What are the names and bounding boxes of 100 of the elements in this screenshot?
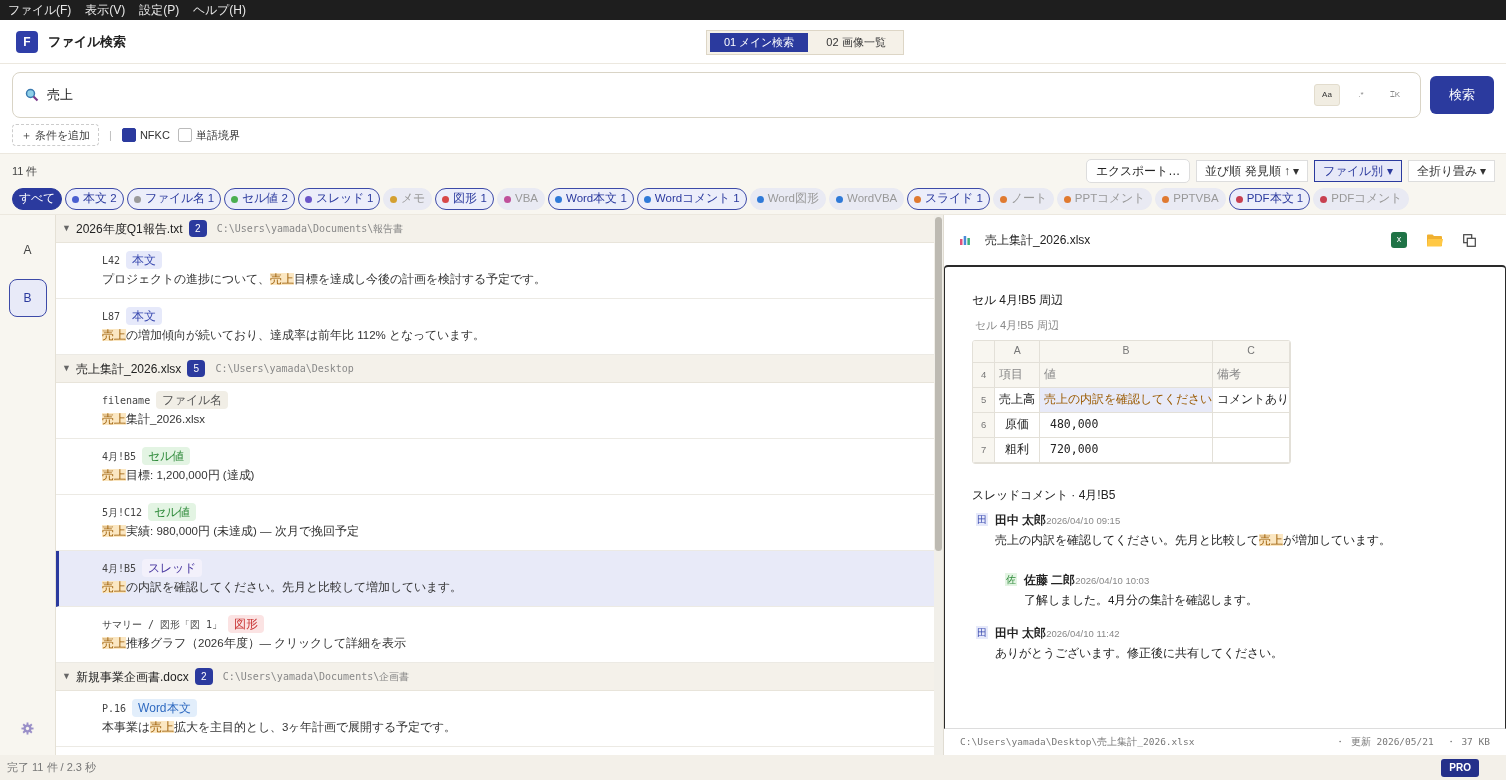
comment-time: 2026/04/10 10:03 (1075, 574, 1150, 588)
comment-text: 売上の内訳を確認してください。先月と比較して売上が増加しています。 (995, 533, 1391, 549)
sheet-cell: コメントあり (1212, 387, 1290, 413)
settings-icon[interactable] (21, 722, 34, 735)
hit-location: filename (102, 393, 151, 408)
view-tab[interactable]: 01 メイン検索 (710, 33, 809, 52)
file-path: C:\Users\yamada\Documents\報告書 (216, 222, 404, 236)
menu-item[interactable]: 表示(V) (85, 1, 126, 19)
hit-type-tag: 本文 (126, 251, 163, 269)
checkbox-option[interactable]: NFKC (121, 126, 170, 144)
scrollbar-thumb[interactable] (935, 217, 942, 551)
sheet-cell: 粗利 (994, 437, 1040, 463)
spreadsheet-icon (959, 234, 971, 246)
search-option-toggle[interactable]: ⌶K (1382, 84, 1408, 106)
file-group-header[interactable]: ▼ 2026年度Q1報告.txt 2 C:\Users\yamada\Documents\報告書 (56, 215, 934, 243)
app-logo: F (16, 30, 38, 53)
author-avatar: 田 (976, 626, 988, 639)
folder-icon[interactable] (1427, 233, 1443, 247)
file-name: 新規事業企画書.docx (76, 668, 189, 686)
dropdown-button[interactable]: ファイル別 ▾ (1314, 160, 1402, 182)
preview-heading: セル 4月!B5 周辺 (972, 292, 1065, 309)
menu-item[interactable]: ファイル(F) (8, 1, 72, 19)
export-button[interactable]: エクスポート… (1086, 159, 1191, 183)
file-name: 売上集計_2026.xlsx (76, 360, 182, 378)
add-condition-button[interactable]: ＋ 条件を追加 (12, 124, 100, 146)
hit-location: 4月!B5 (102, 561, 137, 576)
hit-snippet: 売上実績: 980,000円 (未達成) — 次月で挽回予定 (102, 524, 359, 539)
menu-item[interactable]: ヘルプ(H) (193, 1, 246, 19)
filter-chip[interactable]: 図形 1 (435, 188, 494, 210)
caret-icon[interactable]: ▼ (62, 361, 74, 376)
preview-caption: セル 4月!B5 周辺 (975, 318, 1060, 333)
comment-time: 2026/04/10 09:15 (1046, 515, 1121, 528)
filter-chip[interactable]: ファイル名 1 (126, 188, 222, 210)
hit-type-tag: 図形 (228, 615, 265, 633)
hit-location: 5月!C12 (102, 505, 143, 520)
file-path: C:\Users\yamada\Documents\企画書 (222, 670, 410, 684)
hit-location: サマリー / 図形「図 1」 (102, 617, 223, 632)
search-option-toggle[interactable]: .* (1348, 84, 1374, 106)
checkbox[interactable] (121, 128, 136, 142)
row-number: 5 (973, 387, 995, 413)
filter-chip[interactable]: スライド 1 (907, 188, 990, 210)
result-row[interactable]: 4月!B5 スレッド 売上の内訳を確認してください。先月と比較して増加しています。 (56, 551, 934, 607)
rail-button[interactable]: A (8, 231, 47, 269)
hit-snippet: 売上推移グラフ（2026年度）— クリックして詳細を表示 (102, 636, 407, 651)
hit-count-badge: 2 (188, 220, 207, 237)
excel-button[interactable]: x (1391, 232, 1407, 248)
caret-icon[interactable]: ▼ (62, 221, 74, 236)
sheet-cell: 値 (1039, 362, 1213, 388)
hit-location: 4月!B5 (102, 449, 137, 464)
hit-snippet: 売上の増加傾向が続いており、達成率は前年比 112% となっています。 (102, 328, 485, 344)
comment-author: 田中 太郎 (995, 625, 1047, 641)
view-tab[interactable]: 02 画像一覧 (812, 33, 900, 52)
file-path: C:\Users\yamada\Desktop (215, 362, 354, 376)
filter-chip[interactable]: Word本文 1 (548, 188, 634, 210)
filter-chip[interactable]: すべて (12, 188, 62, 210)
checkbox[interactable] (177, 128, 192, 142)
hit-type-tag: Word本文 (132, 699, 197, 717)
status-text: 完了 11 件 / 2.3 秒 (7, 760, 97, 776)
row-number: 7 (973, 437, 995, 463)
comment-text: ありがとうございます。修正後に共有してください。 (995, 646, 1283, 662)
file-size: ・ 37 KB (1445, 734, 1490, 749)
sheet-cell: 売上高 (994, 387, 1040, 413)
hit-snippet: 売上の内訳を確認してください。先月と比較して増加しています。 (102, 580, 462, 595)
column-header: B (1039, 340, 1213, 363)
comment-text: 了解しました。4月分の集計を確認します。 (1024, 592, 1259, 608)
sheet-cell: 売上の内訳を確認してください (1039, 387, 1213, 413)
rail-button[interactable]: B (8, 279, 47, 317)
menu-item[interactable]: 設定(P) (139, 1, 180, 19)
result-count: 11 件 (12, 163, 38, 179)
author-avatar: 佐 (1005, 572, 1017, 586)
filter-chip[interactable]: セル値 2 (224, 188, 295, 210)
hit-location: L42 (102, 253, 121, 268)
copy-icon[interactable] (1463, 233, 1476, 247)
search-icon (25, 88, 39, 102)
column-header: C (1212, 340, 1290, 363)
file-path: C:\Users\yamada\Desktop\売上集計_2026.xlsx (960, 734, 1195, 749)
search-button[interactable]: 検索 (1430, 76, 1494, 114)
pro-badge: PRO (1441, 758, 1479, 777)
hit-type-tag: ファイル名 (156, 391, 229, 409)
filter-chip[interactable]: スレッド 1 (297, 188, 381, 210)
search-field[interactable]: 売上 Aa .* ⌶K (12, 72, 1421, 118)
dropdown-button[interactable]: 並び順 発見順 ↑ ▾ (1196, 160, 1309, 182)
hit-snippet: 売上集計_2026.xlsx (102, 412, 205, 427)
comment-time: 2026/04/10 11:42 (1046, 628, 1120, 641)
file-group-header[interactable]: ▼ 新規事業企画書.docx 2 C:\Users\yamada\Documents\企画書 (56, 663, 934, 691)
file-group-header[interactable]: ▼ 売上集計_2026.xlsx 5 C:\Users\yamada\Desktop (56, 355, 934, 383)
sheet-cell: 720,000 (1039, 437, 1213, 463)
sheet-cell: 480,000 (1039, 412, 1213, 438)
checkbox-option[interactable]: 単語境界 (177, 126, 240, 144)
search-option-toggle[interactable]: Aa (1314, 84, 1340, 106)
comment-author: 佐藤 二郎 (1024, 572, 1076, 588)
filter-chip[interactable]: Wordコメント 1 (636, 188, 747, 210)
dropdown-button[interactable]: 全折り畳み ▾ (1407, 160, 1495, 182)
filter-chip[interactable]: PDF本文 1 (1228, 188, 1311, 210)
comment-author: 田中 太郎 (995, 512, 1047, 528)
hit-type-tag: セル値 (148, 503, 197, 521)
filter-chip[interactable]: 本文 2 (65, 188, 124, 210)
caret-icon[interactable]: ▼ (62, 669, 74, 684)
hit-snippet: プロジェクトの進捗について、売上目標を達成し今後の計画を検討する予定です。 (102, 272, 546, 287)
file-name: 2026年度Q1報告.txt (76, 220, 183, 238)
